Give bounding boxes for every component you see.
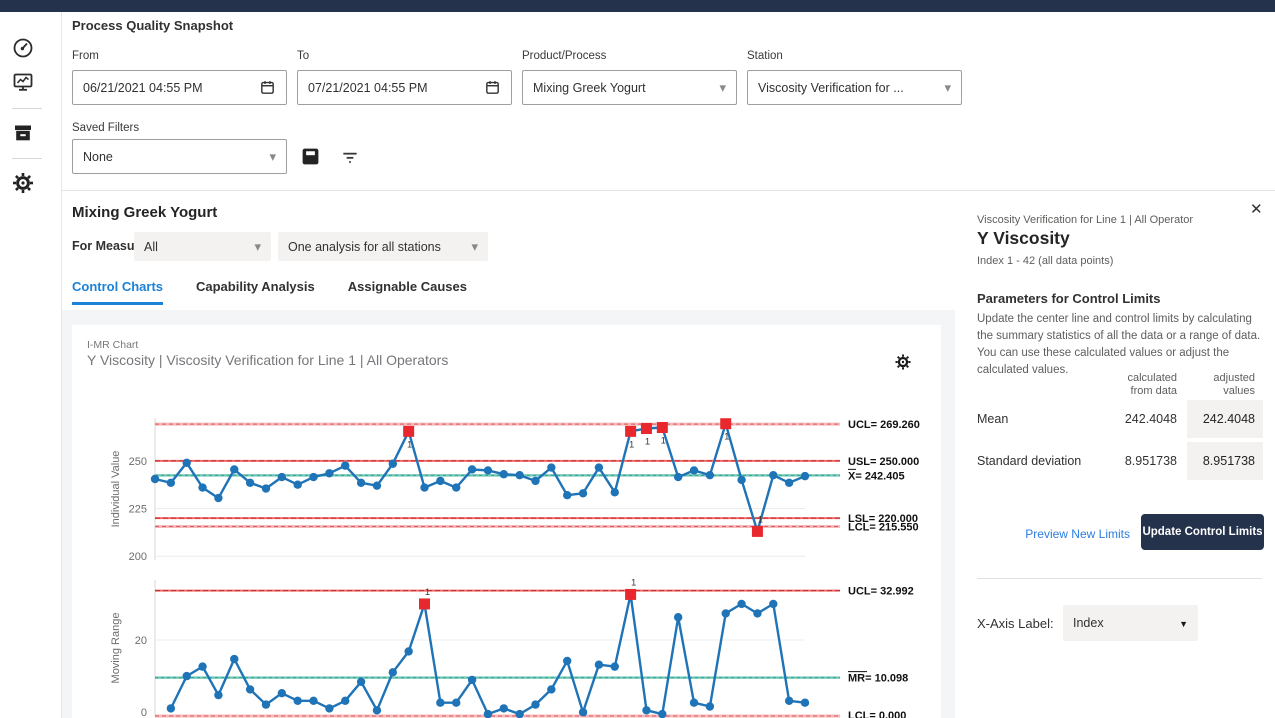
sidebar-item-data[interactable] [11, 121, 37, 147]
calendar-icon[interactable] [259, 79, 276, 96]
param-rows: Mean242.4048242.4048Standard deviation8.… [977, 400, 1263, 484]
process-section-title: Mixing Greek Yogurt [72, 204, 217, 221]
param-adjusted-input[interactable]: 242.4048 [1187, 400, 1263, 438]
param-label: Mean [977, 412, 1091, 426]
top-bar [0, 0, 1275, 12]
saved-filters-dropdown[interactable]: None [72, 139, 287, 174]
gauge-icon [11, 36, 35, 60]
calendar-icon[interactable] [484, 79, 501, 96]
chevron-down-icon [269, 149, 276, 165]
svg-text:1: 1 [645, 436, 650, 447]
update-control-limits-button[interactable]: Update Control Limits [1141, 514, 1264, 550]
svg-text:1: 1 [407, 439, 412, 450]
from-datetime-value: 06/21/2021 04:55 PM [83, 81, 259, 95]
param-calculated-value: 242.4048 [1091, 412, 1177, 426]
to-datetime-value: 07/21/2021 04:55 PM [308, 81, 484, 95]
chart-monitor-icon [11, 70, 35, 94]
calculated-column-header: calculated from data [1091, 372, 1177, 398]
sidebar-divider [12, 158, 42, 159]
tab-bar: Control Charts Capability Analysis Assigna… [72, 279, 467, 305]
station-label: Station [747, 50, 783, 62]
svg-text:LCL= 0.000: LCL= 0.000 [848, 710, 906, 718]
to-label: To [297, 50, 309, 62]
svg-text:250: 250 [129, 456, 147, 468]
station-dropdown[interactable]: Viscosity Verification for ... [747, 70, 962, 105]
product-process-label: Product/Process [522, 50, 606, 62]
x-axis-label: X-Axis Label: [977, 616, 1054, 631]
x-axis-value: Index [1073, 616, 1179, 630]
svg-text:MR= 10.098: MR= 10.098 [848, 673, 908, 685]
svg-text:200: 200 [129, 551, 147, 563]
param-row: Standard deviation8.9517388.951738 [977, 442, 1263, 480]
svg-text:1: 1 [758, 514, 763, 525]
tab-control-charts[interactable]: Control Charts [72, 279, 163, 305]
svg-text:X= 242.405: X= 242.405 [848, 470, 905, 482]
archive-box-icon [11, 121, 35, 145]
from-label: From [72, 50, 99, 62]
param-adjusted-input[interactable]: 8.951738 [1187, 442, 1263, 480]
svg-text:UCL= 269.260: UCL= 269.260 [848, 419, 920, 431]
chevron-down-icon [1179, 616, 1188, 630]
analysis-mode-value: One analysis for all stations [288, 240, 471, 254]
tab-assignable-causes[interactable]: Assignable Causes [348, 279, 467, 305]
station-value: Viscosity Verification for ... [758, 81, 944, 95]
param-label: Standard deviation [977, 454, 1091, 468]
close-panel-button[interactable] [1250, 200, 1263, 218]
product-process-value: Mixing Greek Yogurt [533, 81, 719, 95]
saved-filters-label: Saved Filters [72, 122, 139, 134]
measure-value: All [144, 240, 254, 254]
svg-text:225: 225 [129, 504, 147, 516]
save-filter-button[interactable] [300, 146, 324, 170]
filter-icon [340, 147, 360, 167]
panel-context: Viscosity Verification for Line 1 | All … [977, 214, 1193, 226]
chevron-down-icon [254, 239, 261, 255]
chevron-down-icon [719, 80, 726, 96]
from-datetime-input[interactable]: 06/21/2021 04:55 PM [72, 70, 287, 105]
x-axis-dropdown[interactable]: Index [1063, 605, 1198, 641]
saved-filters-value: None [83, 150, 269, 164]
svg-text:0: 0 [141, 707, 147, 718]
svg-text:20: 20 [135, 635, 147, 647]
header-divider [62, 190, 1275, 191]
svg-text:UCL= 32.992: UCL= 32.992 [848, 586, 914, 598]
svg-text:1: 1 [629, 439, 634, 450]
page-title: Process Quality Snapshot [72, 18, 233, 33]
control-chart-card: I-MR Chart Y Viscosity | Viscosity Verif… [72, 325, 941, 718]
chevron-down-icon [471, 239, 478, 255]
svg-text:1: 1 [631, 577, 636, 588]
product-process-dropdown[interactable]: Mixing Greek Yogurt [522, 70, 737, 105]
settings-gear-icon [11, 171, 35, 195]
sidebar-item-dashboard[interactable] [11, 36, 37, 62]
panel-title: Y Viscosity [977, 228, 1070, 249]
preview-new-limits-link[interactable]: Preview New Limits [1018, 527, 1130, 541]
imr-charts: 250225200Individual ValueUCL= 269.260USL… [72, 325, 941, 718]
param-calculated-value: 8.951738 [1091, 454, 1177, 468]
sidebar-item-analysis[interactable] [11, 70, 37, 96]
analysis-mode-dropdown[interactable]: One analysis for all stations [278, 232, 488, 261]
sidebar-item-settings[interactable] [11, 171, 37, 197]
measure-dropdown[interactable]: All [134, 232, 271, 261]
sidebar [0, 12, 62, 718]
svg-text:Moving Range: Moving Range [110, 613, 122, 684]
tab-capability-analysis[interactable]: Capability Analysis [196, 279, 315, 305]
param-row: Mean242.4048242.4048 [977, 400, 1263, 438]
svg-text:Individual Value: Individual Value [110, 451, 122, 528]
to-datetime-input[interactable]: 07/21/2021 04:55 PM [297, 70, 512, 105]
parameters-description: Update the center line and control limit… [977, 311, 1265, 379]
panel-index-range: Index 1 - 42 (all data points) [977, 255, 1113, 267]
svg-text:1: 1 [661, 436, 666, 447]
save-floppy-icon [300, 146, 321, 167]
sidebar-divider [12, 108, 42, 109]
parameters-section-title: Parameters for Control Limits [977, 291, 1161, 306]
svg-text:1: 1 [724, 432, 729, 443]
param-column-headers: calculated from data adjusted values [977, 372, 1263, 398]
adjusted-column-header: adjusted values [1187, 372, 1263, 398]
panel-divider [977, 578, 1262, 579]
svg-text:USL= 250.000: USL= 250.000 [848, 456, 919, 468]
chevron-down-icon [944, 80, 951, 96]
svg-text:1: 1 [425, 587, 430, 598]
svg-text:LCL= 215.550: LCL= 215.550 [848, 522, 919, 534]
filter-button[interactable] [340, 147, 364, 171]
